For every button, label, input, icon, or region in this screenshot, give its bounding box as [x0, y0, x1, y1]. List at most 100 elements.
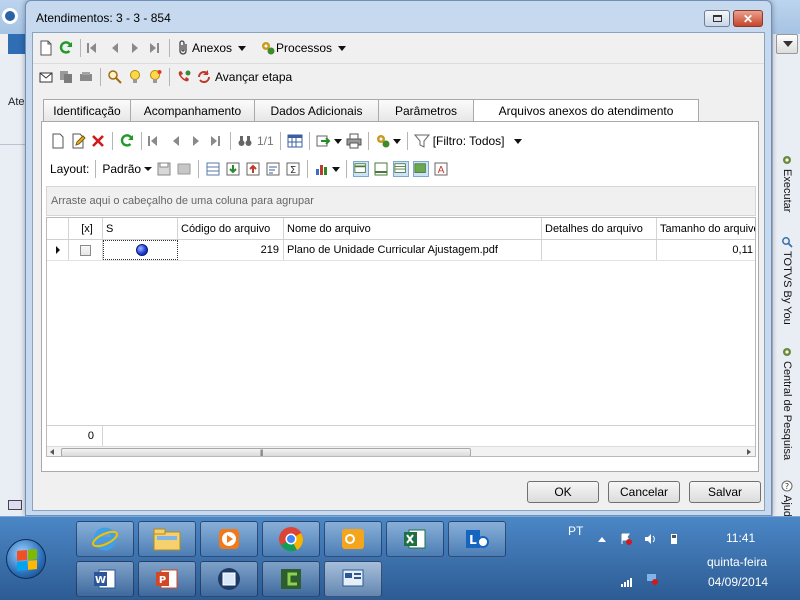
monitor-icon[interactable]	[8, 500, 22, 510]
column-header-codigo[interactable]: Código do arquivo	[178, 218, 284, 239]
show-preview-toggle[interactable]	[413, 161, 430, 177]
close-button[interactable]: ✕	[733, 10, 763, 27]
show-header-toggle[interactable]	[393, 161, 410, 177]
layout-disabled-icon[interactable]	[176, 161, 192, 177]
first-record-icon[interactable]	[87, 40, 103, 56]
column-header-status[interactable]: S	[103, 218, 178, 239]
upload-icon[interactable]	[245, 161, 261, 177]
columns-icon[interactable]	[205, 161, 221, 177]
side-item-totvs-by-you[interactable]: TOTVS By You	[776, 236, 798, 325]
clock-time[interactable]: 11:41	[726, 531, 755, 545]
network-error-icon[interactable]	[646, 573, 658, 585]
column-header-detalhes[interactable]: Detalhes do arquivo	[542, 218, 657, 239]
restore-button[interactable]	[704, 10, 730, 27]
printer-icon[interactable]	[346, 133, 362, 149]
previous-record-icon[interactable]	[107, 40, 123, 56]
taskbar-outlook[interactable]	[324, 521, 382, 557]
nome-cell[interactable]: Plano de Unidade Curricular Ajustagem.pd…	[284, 240, 542, 260]
row-checkbox-cell[interactable]	[69, 240, 103, 260]
taskbar-totvs-app[interactable]	[324, 561, 382, 597]
taskbar-lync[interactable]: L	[448, 521, 506, 557]
new-document-icon[interactable]	[38, 40, 54, 56]
column-header-nome[interactable]: Nome do arquivo	[284, 218, 542, 239]
signal-icon[interactable]	[620, 575, 632, 587]
save-layout-icon[interactable]	[156, 161, 172, 177]
sidebar-collapse-button[interactable]	[776, 34, 798, 54]
tab-dados-adicionais[interactable]: Dados Adicionais	[254, 99, 379, 121]
tab-arquivos-anexos[interactable]: Arquivos anexos do atendimento	[473, 99, 699, 122]
sort-icon[interactable]	[265, 161, 281, 177]
tamanho-cell[interactable]: 0,11	[657, 240, 755, 260]
group-by-area[interactable]: Arraste aqui o cabeçalho de uma coluna p…	[46, 186, 756, 216]
taskbar-internet-explorer[interactable]	[76, 521, 134, 557]
first-record-icon[interactable]	[148, 133, 164, 149]
horizontal-scrollbar[interactable]: |||	[47, 446, 755, 456]
scroll-right-icon[interactable]	[747, 449, 751, 455]
new-document-icon[interactable]	[50, 133, 66, 149]
side-item-executar[interactable]: Executar	[776, 154, 798, 212]
row-checkbox[interactable]	[80, 244, 91, 256]
search-icon[interactable]	[107, 69, 123, 85]
cancel-button[interactable]: Cancelar	[608, 481, 680, 503]
last-record-icon[interactable]	[147, 40, 163, 56]
taskbar-camtasia[interactable]	[262, 561, 320, 597]
table-row[interactable]: 219 Plano de Unidade Curricular Ajustage…	[47, 240, 755, 261]
phone-icon[interactable]	[176, 69, 192, 85]
binoculars-icon[interactable]	[237, 133, 253, 149]
export-menu-button[interactable]	[316, 133, 342, 149]
delete-icon[interactable]	[90, 133, 106, 149]
tab-acompanhamento[interactable]: Acompanhamento	[130, 99, 255, 121]
font-icon[interactable]: A	[433, 161, 449, 177]
column-header-select[interactable]: [x]	[69, 218, 103, 239]
import-icon[interactable]	[225, 161, 241, 177]
filter-menu-button[interactable]: [Filtro: Todos]	[413, 133, 522, 149]
sum-icon[interactable]: Σ	[285, 161, 301, 177]
previous-record-icon[interactable]	[168, 133, 184, 149]
email-icon[interactable]	[38, 69, 54, 85]
action-center-icon[interactable]	[620, 533, 632, 545]
clock-weekday[interactable]: quinta-feira	[707, 555, 767, 569]
save-button[interactable]: Salvar	[689, 481, 761, 503]
edit-icon[interactable]	[70, 133, 86, 149]
transfer-disabled-icon[interactable]	[78, 69, 94, 85]
taskbar-app-window[interactable]	[200, 561, 258, 597]
codigo-cell[interactable]: 219	[178, 240, 284, 260]
scrollbar-thumb[interactable]: |||	[61, 448, 471, 456]
tab-identificacao[interactable]: Identificação	[43, 99, 131, 121]
layout-select[interactable]: Padrão	[102, 162, 153, 176]
taskbar-chrome[interactable]	[262, 521, 320, 557]
show-group-panel-toggle[interactable]	[353, 161, 370, 177]
taskbar-file-explorer[interactable]	[138, 521, 196, 557]
anexos-menu-button[interactable]: Anexos	[176, 40, 247, 56]
taskbar-excel[interactable]	[386, 521, 444, 557]
scroll-left-icon[interactable]	[50, 449, 54, 455]
start-button[interactable]	[6, 539, 46, 579]
process-menu-button[interactable]	[375, 133, 401, 149]
taskbar-media-player[interactable]	[200, 521, 258, 557]
avancar-etapa-button[interactable]: Avançar etapa	[196, 69, 292, 85]
show-hidden-icons-icon[interactable]	[598, 537, 606, 542]
refresh-icon[interactable]	[119, 133, 135, 149]
ok-button[interactable]: OK	[527, 481, 599, 503]
column-header-tamanho[interactable]: Tamanho do arquivo	[657, 218, 755, 239]
taskbar-word[interactable]: W	[76, 561, 134, 597]
language-indicator[interactable]: PT	[568, 524, 583, 538]
next-record-icon[interactable]	[127, 40, 143, 56]
taskbar-powerpoint[interactable]: P	[138, 561, 196, 597]
tab-parametros[interactable]: Parâmetros	[378, 99, 474, 121]
lightbulb-star-icon[interactable]	[147, 69, 163, 85]
show-footer-icon[interactable]	[373, 161, 389, 177]
lightbulb-icon[interactable]	[127, 69, 143, 85]
status-cell[interactable]	[103, 240, 178, 260]
copy-disabled-icon[interactable]	[58, 69, 74, 85]
chart-menu-button[interactable]	[314, 161, 341, 177]
detalhes-cell[interactable]	[542, 240, 657, 260]
power-icon[interactable]	[668, 533, 680, 545]
side-item-central-de-pesquisa[interactable]: Central de Pesquisa	[776, 346, 798, 460]
calendar-grid-icon[interactable]	[287, 133, 303, 149]
last-record-icon[interactable]	[208, 133, 224, 149]
processos-menu-button[interactable]: Processos	[260, 40, 347, 56]
next-record-icon[interactable]	[188, 133, 204, 149]
volume-icon[interactable]	[644, 533, 656, 545]
clock-date[interactable]: 04/09/2014	[708, 575, 768, 589]
